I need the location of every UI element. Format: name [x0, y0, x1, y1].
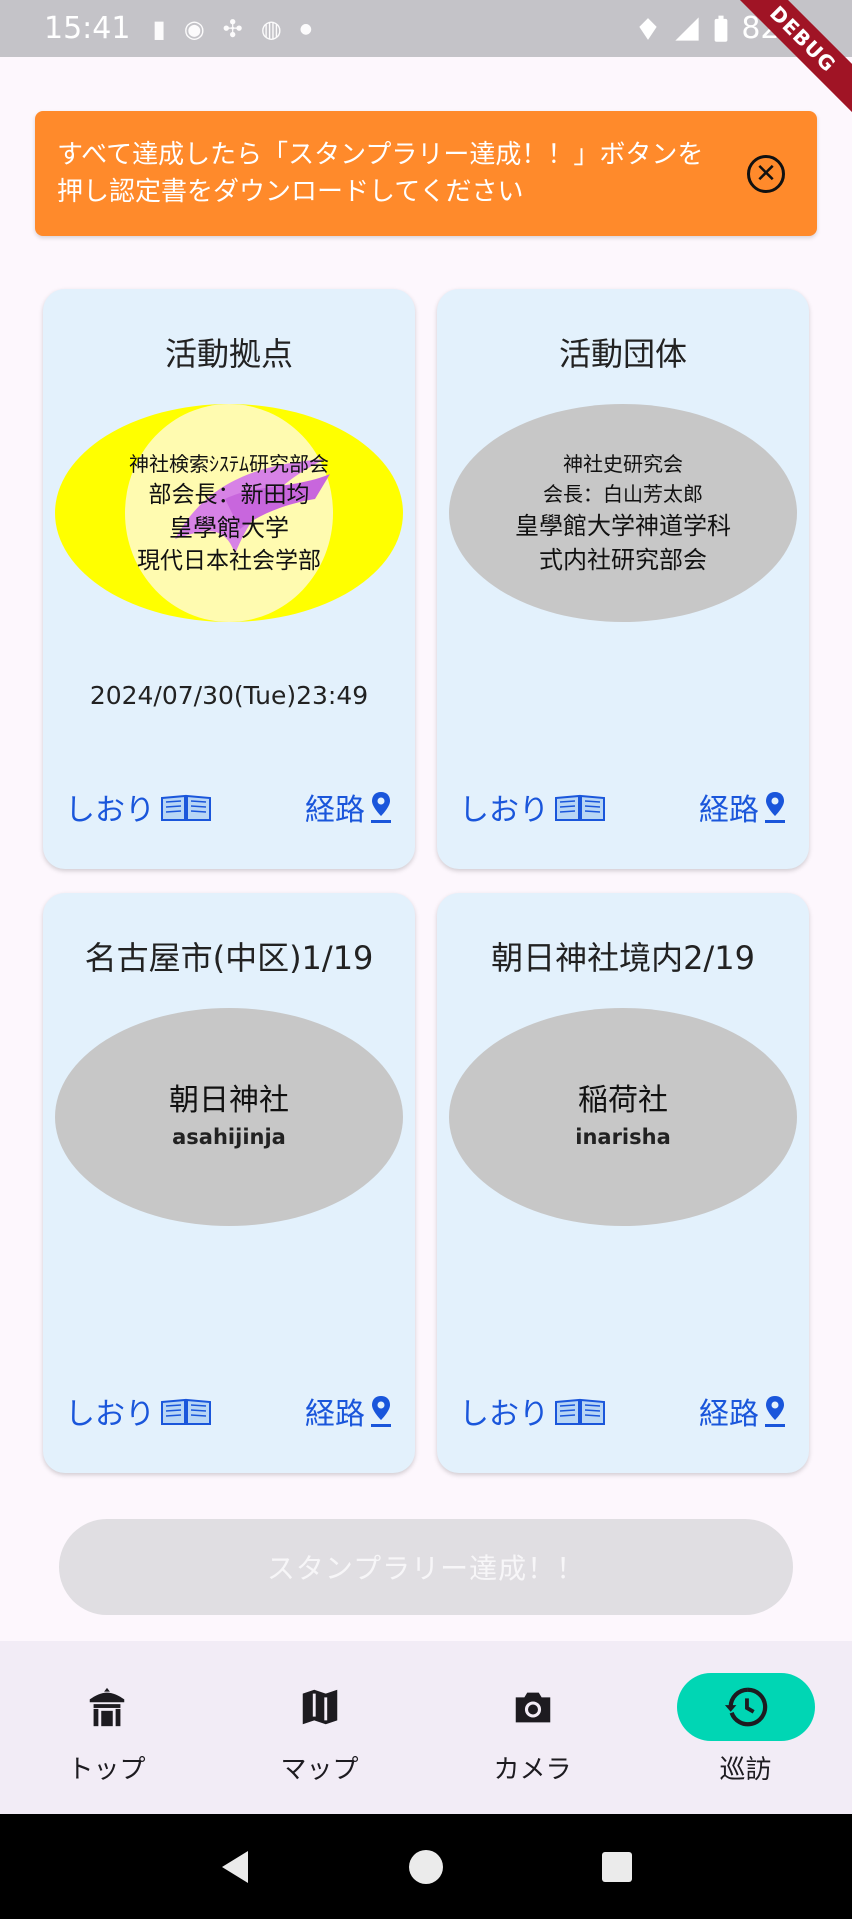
stamp-rally-complete-button[interactable]: スタンプラリー達成！！ — [59, 1519, 793, 1615]
bookmark-label: しおり — [459, 1397, 549, 1432]
card-actions: しおり 経路 — [459, 785, 787, 829]
back-button[interactable] — [218, 1848, 252, 1886]
card-title: 活動団体 — [558, 335, 687, 373]
card-title: 名古屋市(中区)1/19 — [84, 939, 374, 977]
stamp-card[interactable]: 名古屋市(中区)1/19 朝日神社 asahijinja しおり 経路 — [43, 893, 415, 1473]
bottom-nav: トップ マップ カメラ 巡訪 — [0, 1641, 852, 1814]
stamp-card[interactable]: 活動拠点 神社検索ｼｽﾃﾑ研究部会 部会長：新田均 皇學館大学 現代日本社会学部… — [43, 289, 415, 869]
badge-line: 式内社研究部会 — [539, 546, 707, 574]
bookmark-label: しおり — [65, 1397, 155, 1432]
nav-icon-container-active — [676, 1673, 815, 1741]
nav-icon-container — [38, 1673, 176, 1741]
stamp-badge[interactable]: 神社史研究会 会長：白山芳太郎 皇學館大学神道学科 式内社研究部会 — [449, 404, 797, 622]
book-icon — [555, 1398, 605, 1425]
card-title: 朝日神社境内2/19 — [491, 939, 755, 977]
route-label: 経路 — [699, 793, 759, 828]
nav-item-visits[interactable]: 巡訪 — [639, 1641, 852, 1814]
stamp-card[interactable]: 活動団体 神社史研究会 会長：白山芳太郎 皇學館大学神道学科 式内社研究部会 し… — [437, 289, 809, 869]
sim-card-icon: ▮ — [152, 14, 166, 43]
route-button[interactable]: 経路 — [699, 785, 787, 829]
route-label: 経路 — [305, 793, 365, 828]
card-actions: しおり 経路 — [65, 785, 393, 829]
card-actions: しおり 経路 — [459, 1389, 787, 1433]
route-label: 経路 — [305, 1397, 365, 1432]
nav-label: マップ — [280, 1755, 359, 1785]
nav-label: カメラ — [493, 1755, 572, 1785]
badge-line: 皇學館大学 — [169, 514, 289, 542]
route-button[interactable]: 経路 — [305, 1389, 393, 1433]
data-saver-icon — [639, 17, 657, 40]
badge-line: 皇學館大学神道学科 — [515, 512, 731, 540]
close-icon[interactable]: ✕ — [747, 154, 785, 193]
shrine-icon — [89, 1687, 124, 1727]
badge-line: 現代日本社会学部 — [137, 548, 321, 574]
bookmark-button[interactable]: しおり — [459, 785, 607, 829]
nav-icon-container — [251, 1673, 389, 1741]
badge-line: 会長：白山芳太郎 — [543, 482, 703, 506]
location-pin-icon — [371, 1396, 391, 1427]
home-icon — [408, 1849, 443, 1884]
location-pin-icon — [765, 1396, 785, 1427]
bookmark-button[interactable]: しおり — [459, 1389, 607, 1433]
location-pin-icon — [765, 792, 785, 823]
messenger-icon: ◉ — [183, 14, 205, 43]
nav-label: トップ — [67, 1755, 146, 1785]
bookmark-button[interactable]: しおり — [65, 1389, 213, 1433]
nav-item-top[interactable]: トップ — [0, 1641, 213, 1814]
visit-date: 2024/07/30(Tue)23:49 — [89, 681, 369, 710]
route-button[interactable]: 経路 — [305, 785, 393, 829]
back-icon — [221, 1850, 248, 1883]
shrine-name: 稲荷社 — [578, 1083, 668, 1118]
shrine-romaji: asahijinja — [172, 1125, 286, 1149]
stamp-card[interactable]: 朝日神社境内2/19 稲荷社 inarisha しおり 経路 — [437, 893, 809, 1473]
book-icon — [161, 1398, 211, 1425]
card-title: 活動拠点 — [164, 335, 293, 373]
book-icon — [555, 794, 605, 821]
battery-icon — [714, 15, 728, 42]
route-label: 経路 — [699, 1397, 759, 1432]
home-button[interactable] — [407, 1848, 445, 1886]
app-icon: ◍ — [260, 14, 282, 43]
recents-button[interactable] — [600, 1850, 634, 1884]
status-bar: 15:41 ▮ ◉ ✣ ◍ ● 82% DEBUG — [0, 0, 852, 119]
shrine-romaji: inarisha — [575, 1125, 671, 1149]
badge-line: 神社史研究会 — [563, 452, 683, 476]
stamp-badge-earned[interactable]: 神社検索ｼｽﾃﾑ研究部会 部会長：新田均 皇學館大学 現代日本社会学部 — [55, 404, 403, 622]
nav-item-map[interactable]: マップ — [213, 1641, 426, 1814]
system-nav-bar — [0, 1814, 852, 1919]
stamp-badge[interactable]: 稲荷社 inarisha — [449, 1008, 797, 1226]
shrine-name: 朝日神社 — [169, 1083, 289, 1118]
dot-icon: ● — [299, 20, 312, 37]
signal-icon — [675, 16, 699, 41]
bookmark-label: しおり — [65, 793, 155, 828]
bookmark-label: しおり — [459, 793, 549, 828]
camera-icon — [515, 1692, 550, 1723]
badge-line: 神社検索ｼｽﾃﾑ研究部会 — [129, 452, 329, 476]
notice-text: すべて達成したら「スタンプラリー達成！！」ボタンを押し認定書をダウンロードしてく… — [57, 139, 704, 207]
card-actions: しおり 経路 — [65, 1389, 393, 1433]
badge-line: 部会長：新田均 — [148, 482, 310, 508]
book-icon — [161, 794, 211, 821]
route-button[interactable]: 経路 — [699, 1389, 787, 1433]
map-icon — [302, 1689, 337, 1725]
notice-banner: すべて達成したら「スタンプラリー達成！！」ボタンを押し認定書をダウンロードしてく… — [35, 111, 817, 236]
history-icon — [724, 1687, 767, 1727]
notification-icons: ▮ ◉ ✣ ◍ ● — [152, 15, 311, 43]
slack-icon: ✣ — [222, 14, 243, 43]
status-time: 15:41 — [44, 11, 131, 46]
stamp-badge[interactable]: 朝日神社 asahijinja — [55, 1008, 403, 1226]
nav-item-camera[interactable]: カメラ — [426, 1641, 639, 1814]
nav-label: 巡訪 — [719, 1755, 772, 1785]
nav-icon-container — [464, 1673, 602, 1741]
recents-icon — [602, 1851, 633, 1882]
location-pin-icon — [371, 792, 391, 823]
bookmark-button[interactable]: しおり — [65, 785, 213, 829]
